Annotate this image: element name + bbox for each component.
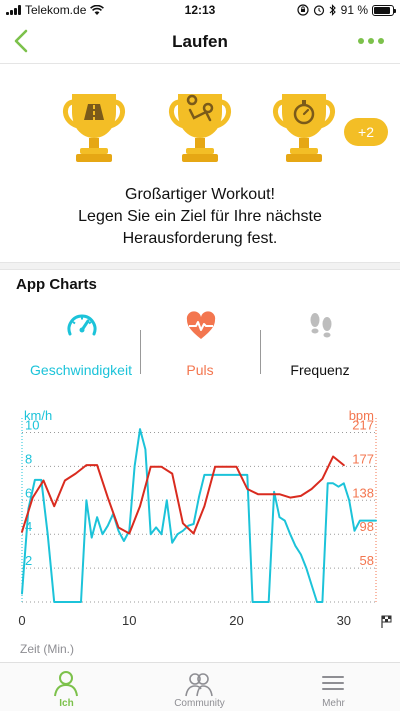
y-left-tick-label: 10: [25, 417, 39, 432]
battery-fill: [374, 6, 391, 14]
y-right-tick-label: 58: [360, 553, 374, 568]
road-trophy-icon[interactable]: [58, 88, 130, 168]
battery-icon: [372, 4, 396, 16]
finish-flag-icon: [385, 619, 388, 622]
tab-mehr[interactable]: Mehr: [267, 663, 400, 711]
x-tick-label: 30: [337, 613, 351, 628]
speedometer-icon: [67, 314, 97, 336]
route-trophy-icon[interactable]: [164, 88, 236, 168]
tab-ich[interactable]: Ich: [0, 663, 133, 711]
tab-geschwindigkeit[interactable]: Geschwindigkeit: [16, 306, 146, 386]
tab-frequenz-label: Frequenz: [290, 362, 350, 378]
speed-pulse-chart: km/h bpm24681058981381772170 10 20 30Zeit (M…: [18, 408, 392, 656]
finish-flag-icon: [382, 616, 385, 619]
workout-message-line2: Herausforderung fest.: [122, 230, 278, 247]
nav-bar: Laufen: [0, 20, 400, 64]
y-right-tick-label: 217: [352, 417, 374, 432]
metric-tabs: Geschwindigkeit Puls Frequenz: [0, 306, 400, 386]
tab-ich-label: Ich: [59, 698, 74, 709]
x-axis-label: Zeit (Min.): [20, 642, 74, 656]
x-tick-label: 10: [122, 613, 136, 628]
more-trophies-badge[interactable]: +2: [344, 118, 388, 146]
tab-community-label: Community: [174, 698, 225, 709]
tab-mehr-label: Mehr: [322, 698, 345, 709]
alarm-icon: [313, 5, 324, 16]
y-left-tick-label: 2: [25, 553, 32, 568]
tab-bar: Ich Community Mehr: [0, 662, 400, 711]
tab-community[interactable]: Community: [133, 663, 266, 711]
person-icon: [54, 671, 78, 697]
heart-pulse-icon: [186, 311, 216, 339]
x-tick-label: 20: [229, 613, 243, 628]
app-charts-title: App Charts: [16, 276, 97, 293]
footsteps-icon: [310, 313, 332, 338]
status-right: 91 %: [297, 3, 396, 17]
tab-geschwindigkeit-label: Geschwindigkeit: [30, 362, 132, 378]
status-bar: Telekom.de 12:13 91 %: [0, 0, 400, 20]
bluetooth-icon: [329, 4, 336, 16]
tab-puls-label: Puls: [186, 362, 214, 378]
y-right-tick-label: 138: [352, 485, 374, 500]
page-title: Laufen: [172, 32, 228, 51]
workout-message: Großartiger Workout! Legen Sie ein Ziel …: [0, 184, 400, 250]
workout-message-line1: Legen Sie ein Ziel für Ihre nächste: [78, 208, 322, 225]
tab-puls[interactable]: Puls: [135, 306, 265, 386]
speed-series-line: [21, 428, 377, 603]
stopwatch-trophy-icon[interactable]: [268, 88, 340, 168]
finish-flag-icon: [388, 616, 391, 619]
workout-headline: Großartiger Workout!: [125, 186, 275, 203]
community-icon: [185, 673, 213, 697]
tab-frequenz[interactable]: Frequenz: [255, 306, 385, 386]
trophy-row: [0, 88, 400, 168]
pulse-series-line: [21, 455, 345, 535]
x-tick-label: 0: [18, 613, 25, 628]
battery-percent: 91 %: [340, 3, 368, 17]
menu-icon: [322, 676, 344, 690]
y-right-tick-label: 177: [352, 451, 374, 466]
more-dots-icon[interactable]: [358, 38, 384, 44]
rotation-lock-icon: [297, 4, 309, 16]
y-left-tick-label: 8: [25, 451, 32, 466]
section-divider: [0, 262, 400, 270]
